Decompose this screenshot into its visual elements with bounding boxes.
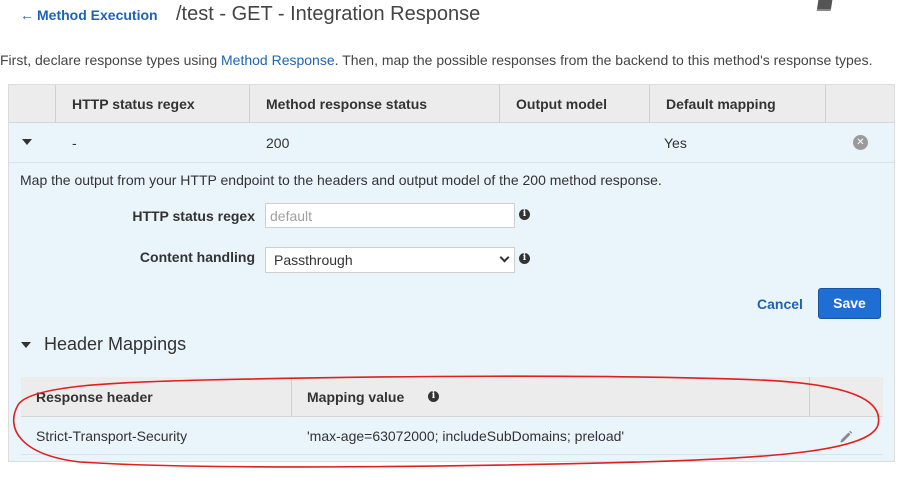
column-header-response-header: Response header xyxy=(21,377,292,417)
response-header-cell: Strict-Transport-Security xyxy=(36,428,188,444)
responses-table-header: HTTP status regex Method response status… xyxy=(9,85,894,123)
column-header-model: Output model xyxy=(500,85,650,123)
column-header-regex: HTTP status regex xyxy=(56,85,250,123)
info-icon[interactable]: i xyxy=(428,391,439,402)
method-execution-link[interactable]: ← Method Execution xyxy=(20,7,158,23)
info-icon[interactable]: i xyxy=(519,209,530,220)
arrow-left-icon: ← xyxy=(20,7,34,23)
header-mappings-title[interactable]: Header Mappings xyxy=(44,334,186,355)
content-handling-select[interactable]: Passthrough xyxy=(265,247,515,273)
row-regex: - xyxy=(72,135,77,151)
caret-down-icon[interactable] xyxy=(21,342,31,348)
cancel-button[interactable]: Cancel xyxy=(757,296,803,312)
column-header-default: Default mapping xyxy=(650,85,826,123)
table-row[interactable]: Strict-Transport-Security 'max-age=63072… xyxy=(21,417,883,455)
method-response-link[interactable]: Method Response xyxy=(221,52,335,68)
header-mappings-table: Response header Mapping value i Strict-T… xyxy=(21,377,883,455)
method-execution-label: Method Execution xyxy=(37,7,158,23)
column-header-expand xyxy=(9,85,56,123)
integration-response-panel: HTTP status regex Method response status… xyxy=(8,84,895,462)
chevron-down-icon xyxy=(499,252,510,263)
page-title: /test - GET - Integration Response xyxy=(176,3,481,25)
close-circle-icon[interactable]: ✕ xyxy=(853,135,868,150)
book-icon[interactable] xyxy=(816,0,836,12)
row-default: Yes xyxy=(664,135,687,151)
mapping-value-cell: 'max-age=63072000; includeSubDomains; pr… xyxy=(307,428,625,444)
content-handling-value: Passthrough xyxy=(274,252,353,268)
regex-label: HTTP status regex xyxy=(132,208,255,224)
intro-text: First, declare response types using Meth… xyxy=(0,52,872,68)
mapping-value-label: Mapping value xyxy=(307,389,405,405)
pencil-icon[interactable] xyxy=(839,430,853,444)
regex-input[interactable] xyxy=(265,203,515,228)
column-header-mapping-value: Mapping value xyxy=(292,377,810,417)
caret-down-icon[interactable] xyxy=(22,139,32,145)
table-row[interactable]: - 200 Yes ✕ xyxy=(9,123,894,163)
save-button[interactable]: Save xyxy=(818,288,881,319)
row-status: 200 xyxy=(266,135,290,151)
top-bar: ← Method Execution /test - GET - Integra… xyxy=(0,0,901,36)
column-header-status: Method response status xyxy=(250,85,500,123)
intro-before: First, declare response types using xyxy=(0,52,221,68)
mapping-description: Map the output from your HTTP endpoint t… xyxy=(20,172,662,188)
content-handling-label: Content handling xyxy=(139,249,255,265)
intro-after: . Then, map the possible responses from … xyxy=(334,52,873,68)
header-mappings-table-header: Response header Mapping value i xyxy=(21,377,883,417)
info-icon[interactable]: i xyxy=(519,253,530,264)
